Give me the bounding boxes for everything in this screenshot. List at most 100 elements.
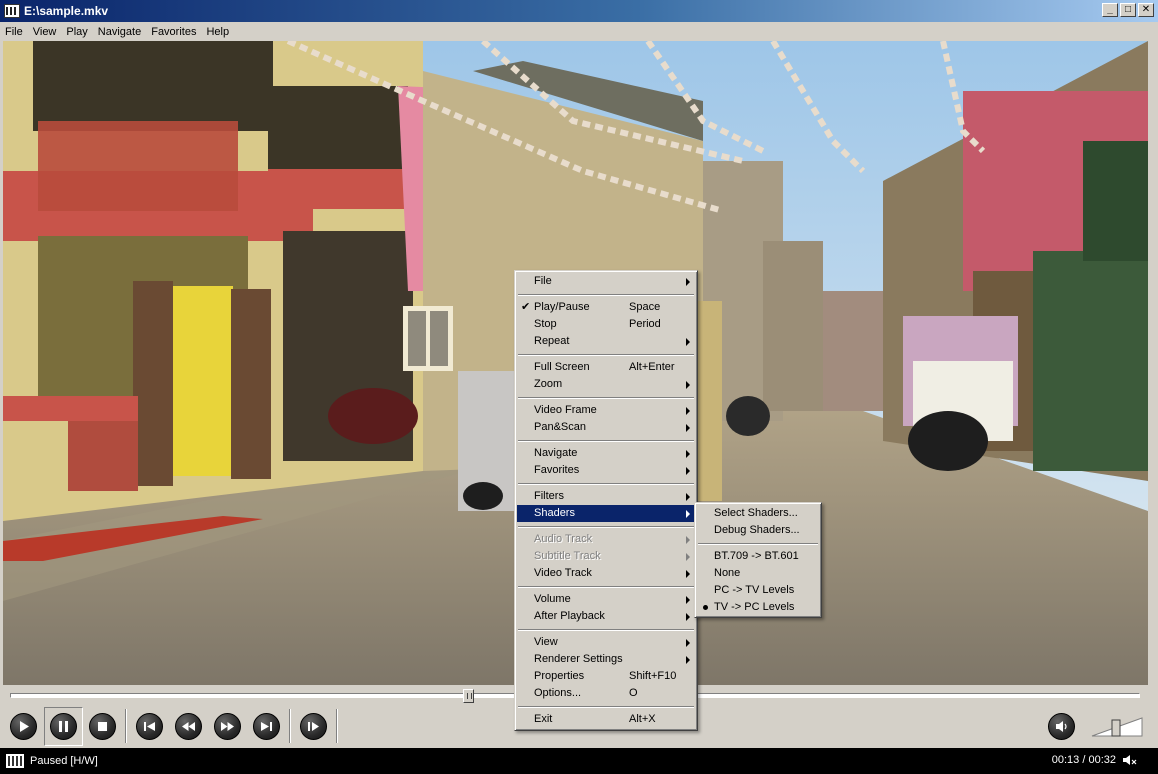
menu-bar: File View Play Navigate Favorites Help (0, 22, 1158, 41)
submenu-item-none[interactable]: None (697, 565, 819, 582)
play-icon (20, 721, 29, 732)
menu-view[interactable]: View (28, 26, 62, 38)
rewind-button[interactable] (175, 713, 202, 740)
submenu-arrow-icon (686, 381, 690, 389)
menu-separator (517, 702, 695, 711)
status-bar: Paused [H/W] 00:13 / 00:32 (0, 748, 1158, 774)
menu-item-full-screen[interactable]: Full Screen Alt+Enter (517, 359, 695, 376)
menu-item-after-playback[interactable]: After Playback (517, 608, 695, 625)
separator (289, 709, 291, 743)
menu-item-play-pause[interactable]: ✔ Play/Pause Space (517, 299, 695, 316)
maximize-button[interactable]: □ (1120, 3, 1136, 17)
next-button[interactable] (253, 713, 280, 740)
menu-separator (517, 522, 695, 531)
fast-forward-icon (221, 722, 234, 731)
title-bar[interactable]: E:\sample.mkv _ □ ✕ (0, 0, 1158, 22)
mute-button[interactable] (1048, 713, 1075, 740)
menu-item-subtitle-track: Subtitle Track (517, 548, 695, 565)
menu-separator (517, 479, 695, 488)
submenu-item-select-shaders[interactable]: Select Shaders... (697, 505, 819, 522)
context-menu: File ✔ Play/Pause Space Stop Period Repeat … (514, 270, 698, 731)
frame-step-button[interactable] (300, 713, 327, 740)
menu-item-repeat[interactable]: Repeat (517, 333, 695, 350)
menu-item-volume[interactable]: Volume (517, 591, 695, 608)
submenu-arrow-icon (686, 570, 690, 578)
submenu-item-debug-shaders[interactable]: Debug Shaders... (697, 522, 819, 539)
seek-thumb[interactable] (463, 689, 474, 703)
time-display[interactable]: 00:13 / 00:32 (1052, 754, 1116, 766)
submenu-item-bt709-bt601[interactable]: BT.709 -> BT.601 (697, 548, 819, 565)
menu-item-video-frame[interactable]: Video Frame (517, 402, 695, 419)
previous-button[interactable] (136, 713, 163, 740)
menu-item-file[interactable]: File (517, 273, 695, 290)
menu-play[interactable]: Play (61, 26, 92, 38)
speaker-icon (1056, 721, 1067, 732)
radio-bullet-icon (703, 605, 708, 610)
menu-item-shaders[interactable]: Shaders (517, 505, 695, 522)
menu-item-filters[interactable]: Filters (517, 488, 695, 505)
menu-separator (517, 436, 695, 445)
menu-item-navigate[interactable]: Navigate (517, 445, 695, 462)
submenu-arrow-icon (686, 407, 690, 415)
playback-status: Paused [H/W] (30, 755, 98, 767)
menu-item-renderer-settings[interactable]: Renderer Settings (517, 651, 695, 668)
fast-forward-button[interactable] (214, 713, 241, 740)
submenu-arrow-icon (686, 656, 690, 664)
window-controls: _ □ ✕ (1102, 3, 1154, 17)
submenu-arrow-icon (686, 450, 690, 458)
rewind-icon (182, 722, 195, 731)
menu-separator (517, 625, 695, 634)
frame-step-icon (308, 722, 319, 731)
menu-separator (517, 350, 695, 359)
stop-button[interactable] (89, 713, 116, 740)
menu-item-video-track[interactable]: Video Track (517, 565, 695, 582)
submenu-arrow-icon (686, 424, 690, 432)
submenu-arrow-icon (686, 338, 690, 346)
skip-next-icon (261, 722, 272, 731)
submenu-arrow-icon (686, 536, 690, 544)
menu-navigate[interactable]: Navigate (93, 26, 146, 38)
menu-item-options[interactable]: Options... O (517, 685, 695, 702)
menu-item-stop[interactable]: Stop Period (517, 316, 695, 333)
skip-previous-icon (144, 722, 155, 731)
volume-thumb (1111, 719, 1121, 737)
submenu-arrow-icon (686, 493, 690, 501)
play-button[interactable] (10, 713, 37, 740)
checkmark-icon: ✔ (521, 301, 531, 313)
media-icon (6, 754, 24, 768)
menu-separator (697, 539, 819, 548)
submenu-arrow-icon (686, 510, 690, 518)
menu-favorites[interactable]: Favorites (146, 26, 201, 38)
menu-file[interactable]: File (0, 26, 28, 38)
app-icon[interactable] (4, 4, 20, 18)
shaders-submenu: Select Shaders... Debug Shaders... BT.70… (694, 502, 822, 618)
menu-item-audio-track: Audio Track (517, 531, 695, 548)
menu-separator (517, 582, 695, 591)
window-title: E:\sample.mkv (24, 4, 109, 18)
submenu-arrow-icon (686, 553, 690, 561)
volume-slider[interactable] (1090, 714, 1145, 739)
submenu-arrow-icon (686, 278, 690, 286)
muted-speaker-icon[interactable] (1122, 753, 1138, 767)
submenu-item-tv-pc-levels[interactable]: TV -> PC Levels (697, 599, 819, 616)
pause-button[interactable] (50, 713, 77, 740)
submenu-arrow-icon (686, 596, 690, 604)
menu-item-favorites[interactable]: Favorites (517, 462, 695, 479)
menu-separator (517, 290, 695, 299)
separator (336, 709, 338, 743)
minimize-button[interactable]: _ (1102, 3, 1118, 17)
submenu-item-pc-tv-levels[interactable]: PC -> TV Levels (697, 582, 819, 599)
menu-item-zoom[interactable]: Zoom (517, 376, 695, 393)
menu-separator (517, 393, 695, 402)
menu-item-pan-scan[interactable]: Pan&Scan (517, 419, 695, 436)
menu-item-view[interactable]: View (517, 634, 695, 651)
submenu-arrow-icon (686, 639, 690, 647)
menu-item-exit[interactable]: Exit Alt+X (517, 711, 695, 728)
submenu-arrow-icon (686, 613, 690, 621)
menu-item-properties[interactable]: Properties Shift+F10 (517, 668, 695, 685)
menu-help[interactable]: Help (201, 26, 234, 38)
submenu-arrow-icon (686, 467, 690, 475)
separator (125, 709, 127, 743)
stop-icon (98, 722, 107, 731)
close-button[interactable]: ✕ (1138, 3, 1154, 17)
